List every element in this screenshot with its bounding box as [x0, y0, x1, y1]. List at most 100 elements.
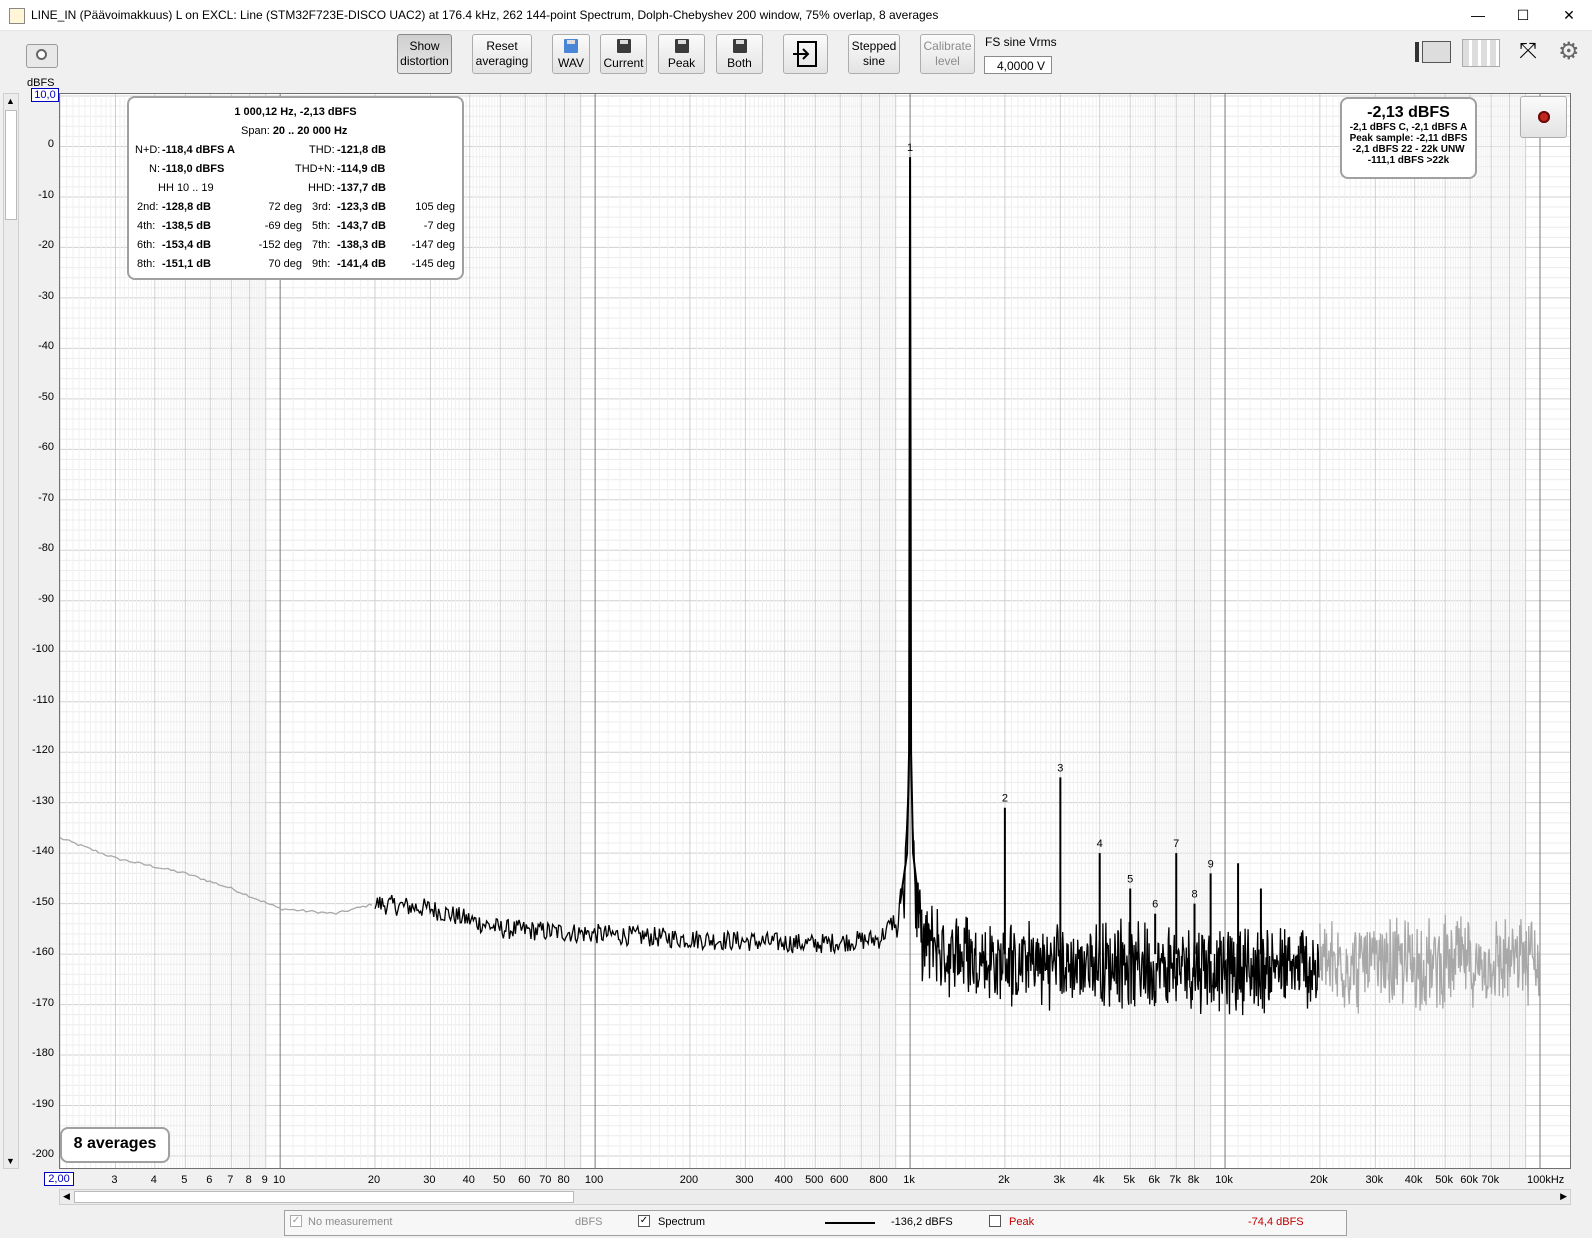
spectrum-trace-low	[60, 837, 373, 915]
no-measurement-checkbox[interactable]: ✓	[290, 1215, 302, 1227]
scroll-left-arrow-icon[interactable]: ◀	[63, 1191, 70, 1202]
split-view-icon[interactable]	[1462, 39, 1500, 67]
title-bar: LINE_IN (Päävoimakkuus) L on EXCL: Line …	[0, 0, 1592, 31]
x-tick-label: 10	[273, 1174, 286, 1186]
vertical-scrollbar[interactable]: ▲ ▼	[3, 93, 19, 1169]
spectrum-checkbox[interactable]: ✓	[638, 1215, 650, 1227]
reset-averaging-button[interactable]: Reset averaging	[472, 34, 532, 74]
harmonic-marker-6: 6	[1152, 899, 1158, 911]
harmonic-phase: -152 deg	[258, 239, 302, 251]
harmonic-label: 5th:	[312, 220, 331, 232]
harmonic-value: -128,8 dB	[162, 201, 211, 213]
settings-gear-icon[interactable]: ⚙	[1558, 39, 1584, 65]
thdn-value: -114,9 dB	[337, 163, 386, 175]
harmonic-phase: 105 deg	[415, 201, 455, 213]
y-tick-label: -120	[31, 744, 54, 757]
y-tick-label: -130	[31, 794, 54, 807]
harmonic-phase: -145 deg	[411, 258, 455, 270]
export-button[interactable]	[783, 34, 828, 74]
harmonic-marker-4: 4	[1097, 838, 1103, 850]
fs-sine-input[interactable]: 4,0000 V	[984, 56, 1052, 74]
horizontal-scroll-thumb[interactable]	[74, 1191, 574, 1203]
save-icon	[732, 39, 747, 53]
x-axis-left-value[interactable]: 2,00	[44, 1172, 74, 1186]
maximize-button[interactable]: ☐	[1500, 0, 1546, 30]
spectrum-legend-label: Spectrum	[658, 1216, 706, 1228]
zoom-fit-icon[interactable]: ⤧	[1510, 39, 1546, 65]
x-tick-label: 2k	[998, 1174, 1010, 1186]
minimize-button[interactable]: —	[1455, 0, 1501, 30]
harmonic-phase: -147 deg	[411, 239, 455, 251]
fs-sine-label: FS sine Vrms	[985, 35, 1057, 49]
harmonic-label: 7th:	[312, 239, 331, 251]
stepped-sine-button[interactable]: Stepped sine	[848, 34, 900, 74]
x-tick-label: 200	[679, 1174, 699, 1186]
y-tick-label: -190	[31, 1097, 54, 1110]
y-tick-label: -20	[38, 239, 54, 252]
save-icon	[616, 39, 631, 53]
x-tick-label: 1k	[903, 1174, 915, 1186]
save-peak-button[interactable]: Peak	[658, 34, 705, 74]
horizontal-scrollbar[interactable]: ◀ ▶	[59, 1189, 1571, 1205]
level-panel: -2,13 dBFS -2,1 dBFS C, -2,1 dBFS A Peak…	[1340, 97, 1477, 179]
harmonic-label: 9th:	[312, 258, 331, 270]
y-tick-label: -110	[32, 693, 54, 706]
span-label: Span: 20 .. 20 000 Hz	[241, 125, 348, 137]
harmonic-marker-5: 5	[1127, 873, 1133, 885]
x-tick-label: 20	[367, 1174, 381, 1186]
level-weighted: -2,1 dBFS C, -2,1 dBFS A	[1349, 122, 1468, 133]
y-tick-label: -180	[31, 1047, 54, 1060]
y-tick-label: -30	[38, 289, 54, 302]
x-tick-label: 600	[830, 1174, 849, 1186]
show-distortion-button[interactable]: Show distortion	[397, 34, 452, 74]
no-measurement-label: No measurement	[308, 1216, 393, 1228]
scroll-up-arrow-icon[interactable]: ▲	[6, 96, 15, 106]
level-above-22k: -111,1 dBFS >22k	[1367, 155, 1450, 166]
n-label: N:	[149, 163, 160, 175]
window-title: LINE_IN (Päävoimakkuus) L on EXCL: Line …	[31, 8, 939, 22]
calibrate-level-button[interactable]: Calibrate level	[920, 34, 975, 74]
harmonic-value: -153,4 dB	[162, 239, 211, 251]
y-axis-top-value[interactable]: 10,0	[31, 88, 59, 102]
harmonic-phase: 70 deg	[268, 258, 302, 270]
distortion-panel: 1 000,12 Hz, -2,13 dBFS Span: 20 .. 20 0…	[127, 96, 464, 280]
harmonic-label: 6th:	[137, 239, 156, 251]
y-tick-label: -200	[31, 1148, 54, 1160]
close-button[interactable]: ✕	[1546, 0, 1592, 30]
graph-layout-icon[interactable]	[1415, 39, 1451, 65]
save-both-button[interactable]: Both	[716, 34, 763, 74]
peak-checkbox[interactable]	[989, 1215, 1001, 1227]
thd-label: THD:	[309, 144, 335, 156]
app-icon	[9, 8, 25, 24]
vertical-scroll-thumb[interactable]	[5, 110, 17, 220]
x-tick-label: 30k	[1365, 1174, 1384, 1186]
y-tick-label: -10	[38, 188, 54, 201]
harmonic-marker-3: 3	[1057, 762, 1063, 774]
wav-button[interactable]: WAV	[552, 34, 590, 74]
screenshot-camera-icon[interactable]	[26, 44, 58, 68]
harmonic-marker-2: 2	[1002, 793, 1008, 805]
harmonic-value: -143,7 dB	[337, 220, 386, 232]
fundamental-headline: 1 000,12 Hz, -2,13 dBFS	[234, 106, 357, 118]
scroll-right-arrow-icon[interactable]: ▶	[1560, 1191, 1567, 1202]
scroll-down-arrow-icon[interactable]: ▼	[6, 1156, 15, 1166]
x-tick-label: 3k	[1053, 1174, 1066, 1186]
save-current-button[interactable]: Current	[600, 34, 647, 74]
y-tick-label: -70	[38, 491, 54, 504]
y-tick-label: 0	[47, 138, 54, 151]
x-tick-label: 70k	[1481, 1174, 1500, 1186]
x-tick-label: 3	[111, 1174, 118, 1186]
level-peak-sample: Peak sample: -2,11 dBFS	[1349, 133, 1468, 144]
y-tick-label: -100	[31, 643, 54, 656]
record-button[interactable]	[1520, 96, 1567, 138]
save-icon	[674, 39, 689, 53]
y-tick-label: -90	[38, 592, 54, 605]
folder-icon	[564, 39, 578, 53]
x-tick-label: 100	[584, 1174, 604, 1186]
n-value: -118,0 dBFS	[162, 163, 225, 175]
export-icon	[792, 41, 817, 67]
y-tick-label: -60	[38, 441, 54, 454]
harmonic-value: -138,3 dB	[337, 239, 386, 251]
nd-value: -118,4 dBFS A	[162, 144, 235, 156]
y-tick-label: -140	[31, 845, 54, 858]
